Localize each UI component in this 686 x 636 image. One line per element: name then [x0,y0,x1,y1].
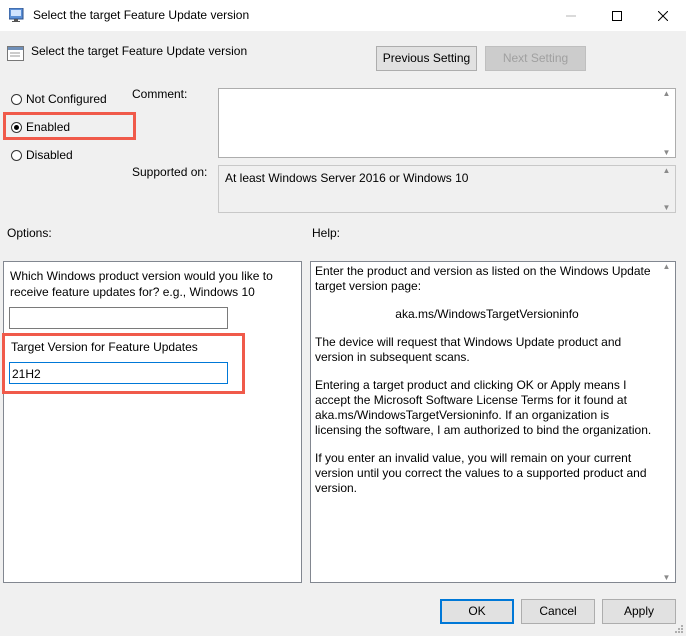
radio-indicator [11,93,22,105]
comment-scrollbar[interactable]: ▲ ▼ [658,89,675,157]
help-paragraph: If you enter an invalid value, you will … [315,451,647,495]
policy-window-icon [9,8,24,22]
help-paragraph: The device will request that Windows Upd… [315,335,622,364]
comment-field[interactable]: ▲ ▼ [218,88,676,158]
comment-label: Comment: [132,87,188,101]
maximize-icon[interactable] [594,0,640,31]
help-link: aka.ms/WindowsTargetVersioninfo [395,307,579,321]
help-paragraph: Enter the product and version as listed … [315,264,651,293]
scroll-down-icon[interactable]: ▼ [663,148,671,157]
scroll-up-icon[interactable]: ▲ [663,262,671,271]
radio-not-configured[interactable]: Not Configured [11,92,107,106]
supported-scrollbar[interactable]: ▲ ▼ [658,166,675,212]
radio-label: Enabled [26,120,71,134]
help-heading: Help: [312,226,341,240]
minimize-icon[interactable] [548,0,594,31]
radio-label: Not Configured [26,92,107,106]
help-text: Enter the product and version as listed … [315,264,659,509]
scroll-up-icon[interactable]: ▲ [663,166,671,175]
supported-value: At least Windows Server 2016 or Windows … [225,171,469,185]
resize-grip-icon[interactable] [674,624,684,634]
supported-label: Supported on: [132,165,208,179]
next-setting-button[interactable]: Next Setting [485,46,586,71]
help-paragraph: Entering a target product and clicking O… [315,378,652,437]
product-question: Which Windows product version would you … [10,269,273,299]
radio-label: Disabled [26,148,73,162]
radio-indicator [11,121,22,133]
apply-button[interactable]: Apply [602,599,676,624]
ok-button[interactable]: OK [440,599,514,624]
scroll-down-icon[interactable]: ▼ [663,203,671,212]
radio-disabled[interactable]: Disabled [11,148,73,162]
help-scrollbar[interactable]: ▲ ▼ [658,262,675,582]
options-heading: Options: [7,226,52,240]
product-input[interactable] [9,307,228,329]
policy-setting-icon [7,46,24,61]
target-version-label: Target Version for Feature Updates [11,340,198,354]
scroll-down-icon[interactable]: ▼ [663,573,671,582]
target-version-input[interactable]: 21H2 [9,362,228,384]
previous-setting-button[interactable]: Previous Setting [376,46,477,71]
help-panel: Enter the product and version as listed … [310,261,676,583]
cancel-button[interactable]: Cancel [521,599,595,624]
supported-field: At least Windows Server 2016 or Windows … [218,165,676,213]
scroll-up-icon[interactable]: ▲ [663,89,671,98]
radio-indicator [11,149,22,161]
close-icon[interactable] [640,0,686,31]
window-title: Select the target Feature Update version [33,8,250,22]
policy-name: Select the target Feature Update version [31,44,248,58]
radio-enabled[interactable]: Enabled [11,120,70,134]
